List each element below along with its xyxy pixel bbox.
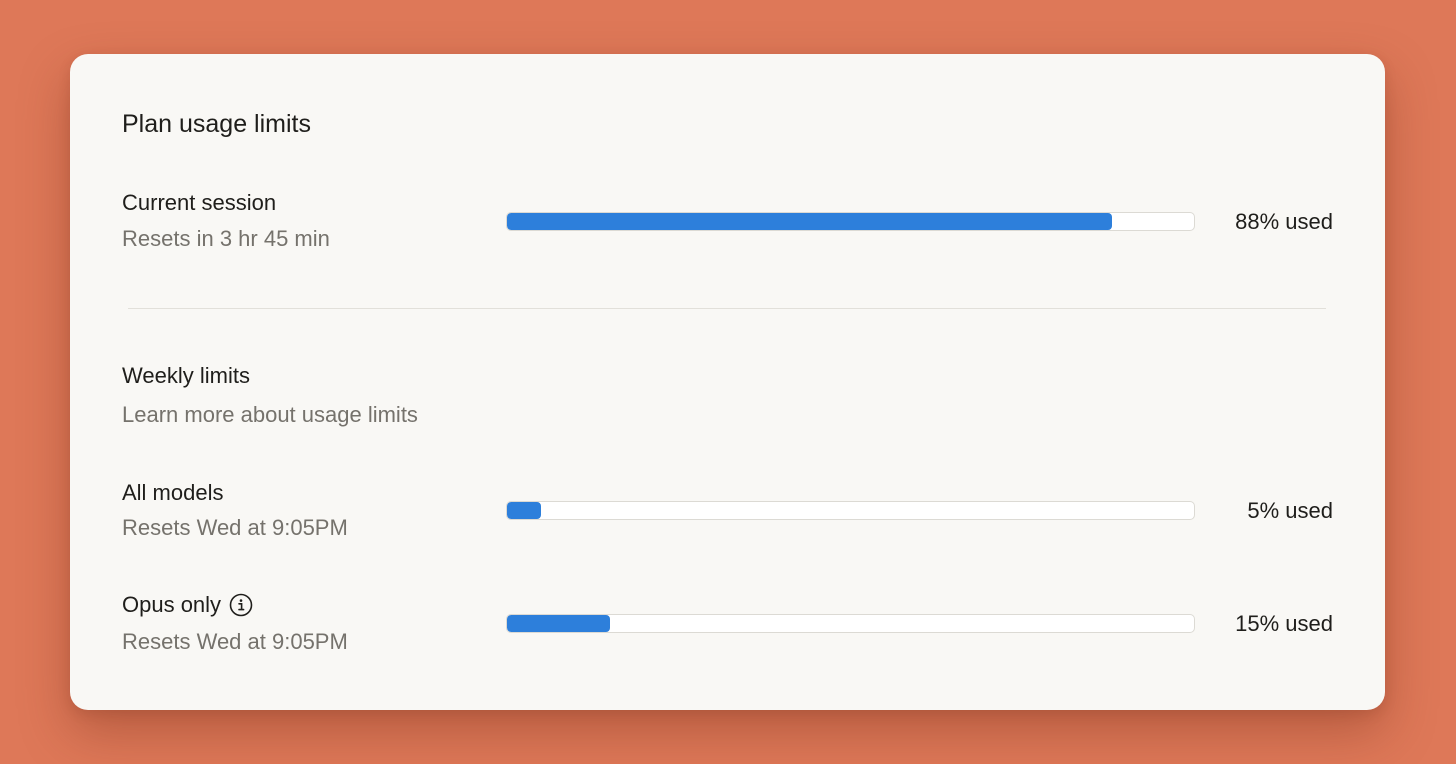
all-models-reset: Resets Wed at 9:05PM [122, 515, 348, 540]
opus-only-reset: Resets Wed at 9:05PM [122, 629, 348, 654]
current-session-title: Current session [122, 190, 277, 215]
current-session-progress-fill [507, 213, 1112, 230]
opus-only-label: Opus only [122, 592, 253, 618]
all-models-used-label: 5% used [1247, 498, 1333, 523]
current-session-progress-bar [506, 212, 1195, 231]
opus-only-progress-bar [506, 614, 1195, 633]
opus-only-title: Opus only [122, 592, 222, 617]
opus-only-used-label: 15% used [1235, 611, 1333, 636]
opus-only-progress-fill [507, 615, 611, 632]
all-models-progress-bar [506, 501, 1195, 520]
weekly-limits-heading: Weekly limits [122, 363, 250, 389]
learn-more-link[interactable]: Learn more about usage limits [122, 402, 418, 428]
all-models-progress-fill [507, 502, 542, 519]
current-session-reset: Resets in 3 hr 45 min [122, 226, 330, 251]
current-session-used-label: 88% used [1235, 209, 1333, 234]
weekly-limits-title: Weekly limits [122, 363, 250, 388]
all-models-label: All models [122, 480, 223, 506]
current-session-label: Current session [122, 190, 276, 216]
usage-limits-card: Plan usage limits Current session Resets… [70, 54, 1385, 710]
all-models-title: All models [122, 480, 224, 505]
section-divider [128, 308, 1326, 309]
info-icon[interactable] [229, 593, 253, 617]
page-title: Plan usage limits [122, 110, 311, 138]
